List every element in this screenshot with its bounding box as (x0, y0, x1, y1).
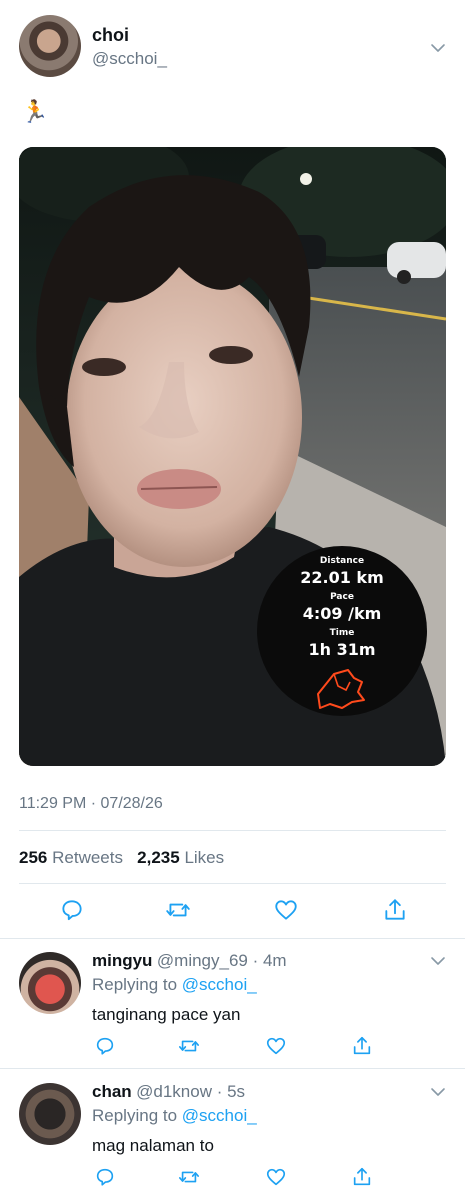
like-icon[interactable] (265, 1035, 287, 1057)
pace-value: 4:09 /km (302, 604, 382, 623)
tweet-timestamp[interactable]: 11:29 PM · 07/28/26 (19, 795, 163, 813)
divider (19, 883, 446, 884)
replying-to: Replying to @scchoi_ (92, 1106, 257, 1126)
retweet-icon[interactable] (178, 1035, 200, 1057)
retweets-label[interactable]: Retweets (52, 848, 123, 867)
share-icon[interactable] (351, 1166, 373, 1188)
distance-value: 22.01 km (300, 568, 384, 587)
reply-author-meta[interactable]: @mingy_69 · 4m (157, 951, 287, 970)
divider (0, 1068, 465, 1069)
reply-author-meta[interactable]: @d1know · 5s (136, 1082, 245, 1101)
retweets-count[interactable]: 256 (19, 848, 47, 867)
chevron-down-icon[interactable] (430, 40, 446, 56)
replying-to-mention[interactable]: @scchoi_ (182, 1106, 257, 1125)
run-stats-badge: Distance 22.01 km Pace 4:09 /km Time 1h … (257, 546, 427, 716)
share-icon[interactable] (382, 897, 408, 923)
likes-label[interactable]: Likes (184, 848, 224, 867)
likes-count[interactable]: 2,235 (137, 848, 180, 867)
route-map-icon (317, 669, 365, 709)
author-name[interactable]: choi (92, 25, 129, 46)
chevron-down-icon[interactable] (430, 953, 446, 969)
reply-text: mag nalaman to (92, 1136, 214, 1155)
share-icon[interactable] (351, 1035, 373, 1057)
retweet-icon[interactable] (178, 1166, 200, 1188)
divider (19, 830, 446, 831)
replying-to-label: Replying to (92, 1106, 182, 1125)
reply-avatar[interactable] (19, 1083, 81, 1145)
reply-icon[interactable] (94, 1035, 116, 1057)
tweet-text: 🏃 (21, 100, 49, 125)
divider (0, 938, 465, 939)
retweet-icon[interactable] (165, 897, 191, 923)
reply-author-name[interactable]: mingyu (92, 951, 152, 970)
author-handle[interactable]: @scchoi_ (92, 49, 167, 69)
reply-header: chan @d1know · 5s (92, 1082, 245, 1102)
like-icon[interactable] (273, 897, 299, 923)
replying-to-label: Replying to (92, 975, 182, 994)
pace-label: Pace (330, 592, 354, 602)
like-icon[interactable] (265, 1166, 287, 1188)
reply-text: tanginang pace yan (92, 1005, 241, 1024)
time-label: Time (329, 628, 355, 638)
chevron-down-icon[interactable] (430, 1084, 446, 1100)
author-avatar[interactable] (19, 15, 81, 77)
reply-avatar[interactable] (19, 952, 81, 1014)
reply-icon[interactable] (94, 1166, 116, 1188)
engagement-counts: 256 Retweets 2,235 Likes (19, 848, 224, 868)
distance-label: Distance (319, 556, 365, 566)
reply-author-name[interactable]: chan (92, 1082, 132, 1101)
time-value: 1h 31m (308, 640, 376, 659)
reply-header: mingyu @mingy_69 · 4m (92, 951, 287, 971)
replying-to: Replying to @scchoi_ (92, 975, 257, 995)
replying-to-mention[interactable]: @scchoi_ (182, 975, 257, 994)
reply-icon[interactable] (59, 897, 85, 923)
